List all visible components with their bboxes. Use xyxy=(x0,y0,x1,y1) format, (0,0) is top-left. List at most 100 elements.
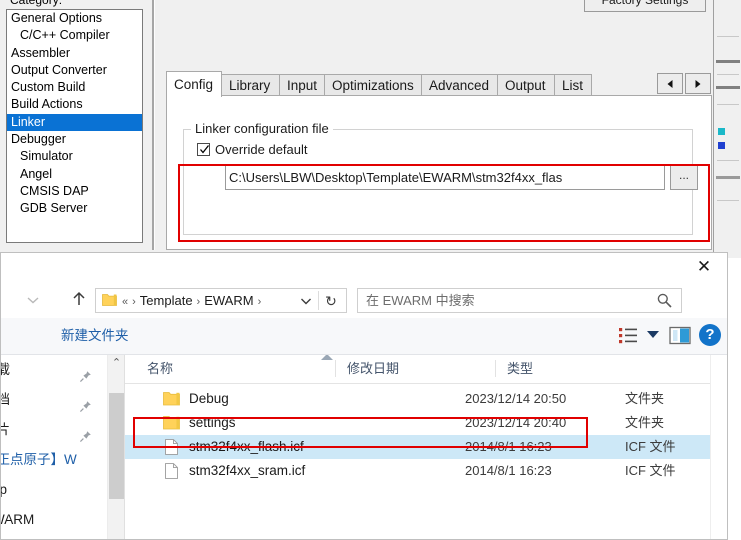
sidebar-item-label: 【正点原子】W xyxy=(1,452,77,467)
category-item-c-c-compiler[interactable]: C/C++ Compiler xyxy=(7,27,142,44)
sidebar-item[interactable]: EWARM xyxy=(1,505,107,535)
tab-input[interactable]: Input xyxy=(279,74,325,96)
file-modified-date: 2023/12/14 20:50 xyxy=(465,391,567,406)
file-modified-date: 2014/8/1 16:23 xyxy=(465,463,552,478)
sidebar-item[interactable]: 图片 xyxy=(1,415,107,445)
list-view-icon[interactable] xyxy=(617,326,641,346)
search-box[interactable]: 在 EWARM 中搜索 xyxy=(357,288,682,313)
tab-scroll-left-button[interactable] xyxy=(657,73,683,94)
folder-icon xyxy=(102,293,117,307)
pin-icon xyxy=(79,394,92,413)
breadcrumb[interactable]: «› Template › EWARM › xyxy=(122,289,265,312)
factory-settings-button[interactable]: Factory Settings xyxy=(584,0,706,12)
file-type: ICF 文件 xyxy=(625,439,676,454)
category-item-build-actions[interactable]: Build Actions xyxy=(7,96,142,113)
sidebar-item-label: 文档 xyxy=(1,385,10,415)
sidebar-scrollbar[interactable]: ⌃ xyxy=(107,355,125,539)
tab-optimizations[interactable]: Optimizations xyxy=(324,74,422,96)
category-item-assembler[interactable]: Assembler xyxy=(7,45,142,62)
file-icon xyxy=(163,463,180,479)
file-list-row[interactable]: stm32f4xx_flash.icf 2014/8/1 16:23 ICF 文件 xyxy=(125,435,721,459)
file-type: 文件夹 xyxy=(625,415,665,430)
breadcrumb-separator: › xyxy=(257,296,262,308)
chevron-down-icon[interactable] xyxy=(647,331,659,338)
tab-config[interactable]: Config xyxy=(166,71,222,97)
sidebar-item[interactable]: App xyxy=(1,475,107,505)
scroll-up-icon[interactable]: ⌃ xyxy=(108,355,125,372)
file-list-row[interactable]: stm32f4xx_sram.icf 2014/8/1 16:23 ICF 文件 xyxy=(125,459,721,483)
refresh-icon[interactable]: ↻ xyxy=(322,292,340,310)
breadcrumb-separator: › xyxy=(196,296,201,308)
preview-pane-icon[interactable] xyxy=(669,326,691,345)
file-type: 文件夹 xyxy=(625,391,665,406)
file-icon xyxy=(163,439,180,455)
category-item-output-converter[interactable]: Output Converter xyxy=(7,62,142,79)
sidebar-item[interactable]: 文档 xyxy=(1,385,107,415)
address-bar[interactable]: «› Template › EWARM › ↻ xyxy=(95,288,347,313)
up-one-level-icon[interactable] xyxy=(69,289,89,309)
file-list-row[interactable]: Debug 2023/12/14 20:50 文件夹 xyxy=(125,387,721,411)
help-icon[interactable]: ? xyxy=(699,324,721,346)
panel-divider-highlight xyxy=(154,0,155,250)
file-list-column-headers[interactable]: 名称 修改日期 类型 xyxy=(125,355,721,384)
dialog-title-bar: ✕ xyxy=(1,253,727,282)
search-input[interactable]: 在 EWARM 中搜索 xyxy=(366,289,475,312)
browse-button[interactable]: ... xyxy=(670,165,698,190)
close-icon[interactable]: ✕ xyxy=(693,257,715,277)
breadcrumb-separator: › xyxy=(132,296,136,308)
file-modified-date: 2023/12/14 20:40 xyxy=(465,415,567,430)
breadcrumb-item-ewarm[interactable]: EWARM xyxy=(204,293,253,308)
sidebar-item[interactable]: 【正点原子】W xyxy=(1,445,107,475)
quick-access-sidebar[interactable]: 下载文档图片【正点原子】W App EWARM xyxy=(1,355,107,539)
file-modified-date: 2014/8/1 16:23 xyxy=(465,439,552,454)
column-header-name[interactable]: 名称 xyxy=(147,355,173,382)
breadcrumb-item-template[interactable]: Template xyxy=(140,293,193,308)
tab-output[interactable]: Output xyxy=(497,74,555,96)
override-default-label: Override default xyxy=(215,142,308,157)
tab-library[interactable]: Library xyxy=(221,74,280,96)
override-default-row[interactable]: Override default xyxy=(197,142,308,157)
file-name[interactable]: stm32f4xx_sram.icf xyxy=(189,459,305,483)
navigation-bar: «› Template › EWARM › ↻ 在 EWARM 中搜索 xyxy=(1,281,727,319)
category-item-custom-build[interactable]: Custom Build xyxy=(7,79,142,96)
tab-nav-buttons[interactable] xyxy=(657,73,712,95)
pin-icon xyxy=(79,364,92,383)
linker-config-path-input[interactable]: C:\Users\LBW\Desktop\Template\EWARM\stm3… xyxy=(225,165,665,190)
column-header-date[interactable]: 修改日期 xyxy=(347,355,399,382)
category-item-debugger[interactable]: Debugger xyxy=(7,131,142,148)
category-list[interactable]: General Options C/C++ Compiler Assembler Ou… xyxy=(6,9,143,243)
recent-locations-icon[interactable] xyxy=(25,292,41,308)
new-folder-button[interactable]: 新建文件夹 xyxy=(61,326,129,346)
file-name[interactable]: Debug xyxy=(189,387,229,411)
category-item-gdb-server[interactable]: GDB Server xyxy=(7,200,142,217)
tab-scroll-right-button[interactable] xyxy=(685,73,711,94)
file-name[interactable]: stm32f4xx_flash.icf xyxy=(189,435,304,459)
category-item-linker[interactable]: Linker xyxy=(7,113,142,132)
chevron-down-icon[interactable] xyxy=(298,293,314,309)
category-item-cmsis-dap[interactable]: CMSIS DAP xyxy=(7,183,142,200)
override-default-checkbox[interactable] xyxy=(197,143,210,156)
category-item-general-options[interactable]: General Options xyxy=(7,10,142,27)
file-name[interactable]: settings xyxy=(189,411,236,435)
file-list-row[interactable]: settings 2023/12/14 20:40 文件夹 xyxy=(125,411,721,435)
iar-project-options-dialog: Category: General Options C/C++ Compiler A… xyxy=(0,0,713,258)
sidebar-item[interactable]: 下载 xyxy=(1,355,107,385)
file-open-dialog: ✕ «› Template › EWARM › ↻ 在 EWARM 中搜索 新建… xyxy=(0,252,728,540)
sidebar-item-label: 图片 xyxy=(1,415,10,445)
search-icon xyxy=(656,292,673,309)
category-label: Category: xyxy=(10,0,63,7)
sidebar-item-label: 下载 xyxy=(1,355,10,385)
sidebar-item-label: App xyxy=(1,475,7,505)
linker-tab-strip[interactable]: Config Library Input Optimizations Advanced O… xyxy=(166,71,712,97)
category-item-angel[interactable]: Angel xyxy=(7,166,142,183)
tab-advanced[interactable]: Advanced xyxy=(421,74,498,96)
file-list-area: 名称 修改日期 类型 Debug 2023/12/14 20:50 文件夹 setti… xyxy=(125,355,721,539)
category-item-simulator[interactable]: Simulator xyxy=(7,148,142,165)
linker-config-file-group-title: Linker configuration file xyxy=(191,121,333,136)
file-list-scroll-region xyxy=(710,355,727,539)
folder-icon xyxy=(163,391,180,407)
tab-list[interactable]: List xyxy=(554,74,592,96)
column-header-type[interactable]: 类型 xyxy=(507,355,533,382)
scrollbar-thumb[interactable] xyxy=(109,393,124,499)
sidebar-item-label: EWARM xyxy=(1,512,35,527)
